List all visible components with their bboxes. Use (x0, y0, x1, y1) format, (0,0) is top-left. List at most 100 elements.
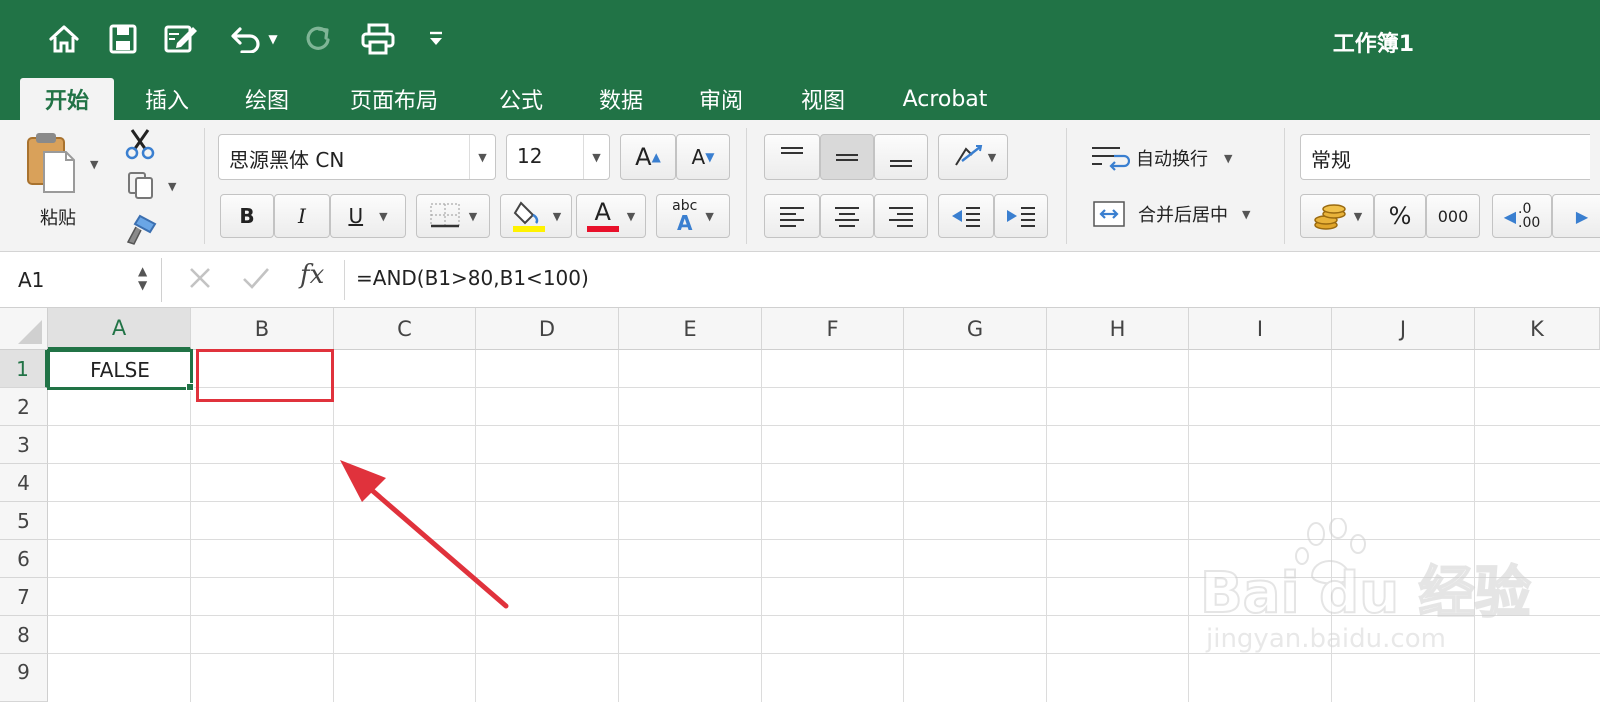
row-header-7[interactable]: 7 (0, 578, 48, 616)
copy-dropdown-icon[interactable]: ▼ (168, 180, 176, 193)
font-size-dropdown-icon[interactable]: ▼ (583, 135, 609, 179)
tab-review[interactable]: 审阅 (674, 78, 768, 120)
borders-button[interactable]: ▼ (416, 194, 490, 238)
undo-dropdown-icon[interactable]: ▼ (268, 32, 277, 46)
insert-function-icon[interactable]: fx (300, 260, 324, 290)
column-header-j[interactable]: J (1332, 308, 1475, 350)
tab-view[interactable]: 视图 (776, 78, 870, 120)
merge-center-label: 合并后居中 (1138, 205, 1228, 226)
currency-dropdown-icon[interactable]: ▼ (1354, 210, 1362, 223)
font-color-dropdown-icon[interactable]: ▼ (627, 210, 635, 223)
redo-icon[interactable] (300, 22, 336, 56)
align-center-button[interactable] (820, 194, 874, 238)
wrap-text-button[interactable]: 自动换行 ▼ (1090, 144, 1232, 172)
cell-a1[interactable]: FALSE (47, 349, 193, 390)
underline-dropdown-icon[interactable]: ▼ (379, 210, 387, 223)
italic-button[interactable]: I (274, 194, 330, 238)
name-box[interactable]: A1 ▲ ▼ (0, 258, 162, 302)
merge-center-button[interactable]: 合并后居中 ▼ (1092, 200, 1250, 228)
column-header-f[interactable]: F (762, 308, 904, 350)
increase-indent-button[interactable] (994, 194, 1048, 238)
row-header-3[interactable]: 3 (0, 426, 48, 464)
underline-button[interactable]: U ▼ (330, 194, 406, 238)
copy-icon[interactable] (126, 170, 156, 204)
font-size-select[interactable]: 12 ▼ (506, 134, 610, 180)
column-header-g[interactable]: G (904, 308, 1047, 350)
tab-data[interactable]: 数据 (574, 78, 668, 120)
column-header-b[interactable]: B (191, 308, 334, 350)
home-icon[interactable] (46, 22, 82, 56)
formula-input[interactable]: =AND(B1>80,B1<100) (356, 266, 589, 290)
wrap-text-dropdown-icon[interactable]: ▼ (1224, 152, 1232, 165)
tab-page-layout[interactable]: 页面布局 (324, 78, 464, 120)
column-header-e[interactable]: E (619, 308, 762, 350)
fill-handle[interactable] (186, 383, 194, 391)
row-header-9[interactable]: 9 (0, 654, 48, 702)
fill-color-dropdown-icon[interactable]: ▼ (553, 210, 561, 223)
align-left-button[interactable] (764, 194, 820, 238)
orientation-dropdown-icon[interactable]: ▼ (988, 151, 996, 164)
font-name-value: 思源黑体 CN (229, 148, 345, 172)
column-header-d[interactable]: D (476, 308, 619, 350)
cut-icon[interactable] (124, 128, 156, 164)
grow-font-button[interactable]: A ▲ (620, 134, 676, 180)
decrease-indent-icon (950, 205, 982, 227)
comma-style-button[interactable]: 000 (1426, 194, 1480, 238)
column-header-c[interactable]: C (334, 308, 476, 350)
paste-dropdown-icon[interactable]: ▼ (90, 158, 98, 171)
decrease-decimal-button[interactable]: ▶ (1552, 194, 1600, 238)
decrease-indent-button[interactable] (938, 194, 994, 238)
tab-insert[interactable]: 插入 (120, 78, 214, 120)
select-all-corner[interactable] (0, 308, 48, 350)
font-name-select[interactable]: 思源黑体 CN ▼ (218, 134, 496, 180)
column-header-i[interactable]: I (1189, 308, 1332, 350)
column-header-a[interactable]: A (48, 308, 191, 350)
print-icon[interactable] (358, 22, 398, 56)
fill-bucket-icon (511, 199, 547, 233)
tab-formulas[interactable]: 公式 (474, 78, 568, 120)
align-bottom-button[interactable] (874, 134, 928, 180)
orientation-button[interactable]: ▼ (938, 134, 1008, 180)
merge-center-dropdown-icon[interactable]: ▼ (1242, 208, 1250, 221)
undo-icon[interactable]: ▼ (224, 22, 284, 56)
align-right-button[interactable] (874, 194, 928, 238)
paste-icon[interactable] (22, 130, 80, 196)
row-header-8[interactable]: 8 (0, 616, 48, 654)
tab-home[interactable]: 开始 (20, 78, 114, 120)
enter-icon[interactable] (240, 264, 272, 296)
borders-icon (429, 202, 461, 230)
borders-dropdown-icon[interactable]: ▼ (469, 210, 477, 223)
row-header-2[interactable]: 2 (0, 388, 48, 426)
customize-icon[interactable] (424, 22, 448, 56)
tab-acrobat[interactable]: Acrobat (880, 78, 1010, 120)
edit-doc-icon[interactable] (162, 22, 200, 56)
increase-decimal-button[interactable]: ◀ .0.00 (1492, 194, 1552, 238)
row-header-4[interactable]: 4 (0, 464, 48, 502)
bold-button[interactable]: B (220, 194, 274, 238)
format-painter-icon[interactable] (124, 214, 158, 250)
save-icon[interactable] (106, 22, 140, 56)
column-header-h[interactable]: H (1047, 308, 1189, 350)
row-header-6[interactable]: 6 (0, 540, 48, 578)
cancel-icon[interactable] (186, 264, 214, 296)
row-header-5[interactable]: 5 (0, 502, 48, 540)
paste-label[interactable]: 粘贴 (40, 204, 76, 230)
percent-button[interactable]: % (1374, 194, 1426, 238)
cell-b1-highlight[interactable] (196, 349, 334, 402)
number-format-select[interactable]: 常规 (1300, 134, 1590, 180)
shrink-font-button[interactable]: A ▼ (676, 134, 730, 180)
align-middle-icon (834, 144, 860, 170)
spelling-dropdown-icon[interactable]: ▼ (705, 210, 713, 223)
row-header-1[interactable]: 1 (0, 350, 48, 388)
align-bottom-icon (888, 144, 914, 170)
fill-color-button[interactable]: ▼ (500, 194, 572, 238)
currency-button[interactable]: ▼ (1300, 194, 1374, 238)
font-name-dropdown-icon[interactable]: ▼ (469, 135, 495, 179)
font-color-button[interactable]: A ▼ (576, 194, 646, 238)
column-header-k[interactable]: K (1475, 308, 1600, 350)
tab-draw[interactable]: 绘图 (220, 78, 314, 120)
align-top-button[interactable] (764, 134, 820, 180)
spelling-button[interactable]: abc A ▼ (656, 194, 730, 238)
align-middle-button[interactable] (820, 134, 874, 180)
name-box-stepper-icon[interactable]: ▲ ▼ (138, 264, 147, 292)
